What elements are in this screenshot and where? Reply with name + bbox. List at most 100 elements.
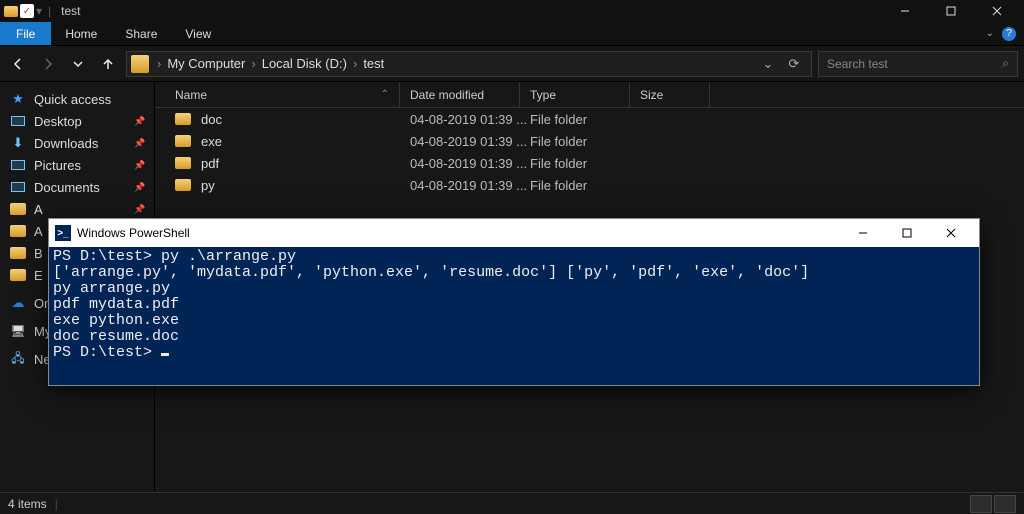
folder-icon <box>175 135 191 147</box>
nav-back-button[interactable] <box>6 52 30 76</box>
star-icon: ★ <box>10 91 26 107</box>
column-header-size[interactable]: Size <box>630 82 710 107</box>
file-date: 04-08-2019 01:39 ... <box>410 156 530 171</box>
maximize-button[interactable] <box>928 0 974 22</box>
window-titlebar: ✓ ▾ | test <box>0 0 1024 22</box>
column-header-type[interactable]: Type <box>520 82 630 107</box>
qat-checkbox-icon[interactable]: ✓ <box>20 4 34 18</box>
search-placeholder: Search test <box>827 57 888 71</box>
folder-icon <box>10 223 26 239</box>
file-name: pdf <box>201 156 410 171</box>
sidebar-item-label: A <box>34 224 43 239</box>
sidebar-item-documents[interactable]: Documents 📌 <box>0 176 154 198</box>
breadcrumb-dropdown-icon[interactable]: ⌄ <box>755 56 781 72</box>
file-name: py <box>201 178 410 193</box>
file-name: exe <box>201 134 410 149</box>
network-icon: 🖧 <box>10 351 26 367</box>
sidebar-item-label: B <box>34 246 43 261</box>
sidebar-item-label: A <box>34 202 43 217</box>
powershell-console[interactable]: PS D:\test> py .\arrange.py ['arrange.py… <box>49 247 979 385</box>
refresh-icon[interactable]: ⟳ <box>781 56 807 72</box>
nav-forward-button[interactable] <box>36 52 60 76</box>
column-headers: Name⌃ Date modified Type Size <box>155 82 1024 108</box>
file-type: File folder <box>530 156 640 171</box>
sidebar-item-a[interactable]: A📌 <box>0 198 154 220</box>
sidebar-item-label: Desktop <box>34 114 82 129</box>
sidebar-item-downloads[interactable]: ⬇ Downloads 📌 <box>0 132 154 154</box>
sidebar-item-pictures[interactable]: Pictures 📌 <box>0 154 154 176</box>
help-icon[interactable]: ? <box>1002 27 1016 41</box>
view-thumbnails-button[interactable] <box>994 495 1016 513</box>
sidebar-item-label: Pictures <box>34 158 81 173</box>
pc-icon: 🖥 <box>10 323 26 339</box>
pin-icon: 📌 <box>134 160 144 170</box>
breadcrumb-item[interactable]: test <box>359 56 388 71</box>
nav-recent-button[interactable] <box>66 52 90 76</box>
library-icon <box>10 113 26 129</box>
ribbon-share-tab[interactable]: Share <box>111 22 171 45</box>
file-type: File folder <box>530 112 640 127</box>
file-row[interactable]: exe04-08-2019 01:39 ...File folder <box>155 130 1024 152</box>
window-title: test <box>61 4 80 18</box>
powershell-window[interactable]: >_ Windows PowerShell PS D:\test> py .\a… <box>48 218 980 386</box>
folder-icon <box>10 201 26 217</box>
file-date: 04-08-2019 01:39 ... <box>410 134 530 149</box>
sidebar-item-label: E <box>34 268 43 283</box>
close-button[interactable] <box>974 0 1020 22</box>
library-icon <box>10 179 26 195</box>
search-icon: ⌕ <box>1002 56 1009 71</box>
ribbon-home-tab[interactable]: Home <box>51 22 111 45</box>
file-row[interactable]: doc04-08-2019 01:39 ...File folder <box>155 108 1024 130</box>
search-input[interactable]: Search test ⌕ <box>818 51 1018 77</box>
nav-up-button[interactable] <box>96 52 120 76</box>
folder-icon <box>175 157 191 169</box>
ps-maximize-button[interactable] <box>885 219 929 247</box>
sidebar-item-desktop[interactable]: Desktop 📌 <box>0 110 154 132</box>
folder-icon <box>175 179 191 191</box>
file-date: 04-08-2019 01:39 ... <box>410 178 530 193</box>
ribbon-view-tab[interactable]: View <box>171 22 225 45</box>
ps-close-button[interactable] <box>929 219 973 247</box>
file-type: File folder <box>530 134 640 149</box>
sidebar-item-label: Quick access <box>34 92 111 107</box>
breadcrumb-item[interactable]: My Computer <box>163 56 249 71</box>
folder-icon <box>10 245 26 261</box>
file-type: File folder <box>530 178 640 193</box>
pin-icon: 📌 <box>134 204 144 214</box>
breadcrumb[interactable]: › My Computer › Local Disk (D:) › test ⌄… <box>126 51 812 77</box>
location-folder-icon <box>131 55 149 73</box>
powershell-titlebar[interactable]: >_ Windows PowerShell <box>49 219 979 247</box>
folder-icon <box>10 267 26 283</box>
downloads-icon: ⬇ <box>10 135 26 151</box>
file-name: doc <box>201 112 410 127</box>
ribbon: File Home Share View ⌄ ? <box>0 22 1024 46</box>
ribbon-file-tab[interactable]: File <box>0 22 51 45</box>
library-icon <box>10 157 26 173</box>
onedrive-icon: ☁ <box>10 295 26 311</box>
file-date: 04-08-2019 01:39 ... <box>410 112 530 127</box>
qat-divider-icon: ▾ <box>36 4 42 18</box>
ribbon-collapse-icon[interactable]: ⌄ <box>986 28 994 39</box>
powershell-title: Windows PowerShell <box>77 226 190 240</box>
address-bar: › My Computer › Local Disk (D:) › test ⌄… <box>0 46 1024 82</box>
pin-icon: 📌 <box>134 138 144 148</box>
titlebar-quick-icons: ✓ ▾ <box>4 4 42 18</box>
pin-icon: 📌 <box>134 116 144 126</box>
ps-minimize-button[interactable] <box>841 219 885 247</box>
breadcrumb-item[interactable]: Local Disk (D:) <box>258 56 351 71</box>
minimize-button[interactable] <box>882 0 928 22</box>
view-details-button[interactable] <box>970 495 992 513</box>
sidebar-item-label: Documents <box>34 180 100 195</box>
column-header-name[interactable]: Name⌃ <box>155 82 400 107</box>
folder-app-icon <box>4 6 18 17</box>
file-row[interactable]: py04-08-2019 01:39 ...File folder <box>155 174 1024 196</box>
sidebar-item-quick-access[interactable]: ★ Quick access <box>0 88 154 110</box>
sidebar-item-label: Downloads <box>34 136 98 151</box>
powershell-icon: >_ <box>55 225 71 241</box>
folder-icon <box>175 113 191 125</box>
file-row[interactable]: pdf04-08-2019 01:39 ...File folder <box>155 152 1024 174</box>
status-item-count: 4 items <box>8 497 47 511</box>
column-header-date[interactable]: Date modified <box>400 82 520 107</box>
pin-icon: 📌 <box>134 182 144 192</box>
status-bar: 4 items | <box>0 492 1024 514</box>
